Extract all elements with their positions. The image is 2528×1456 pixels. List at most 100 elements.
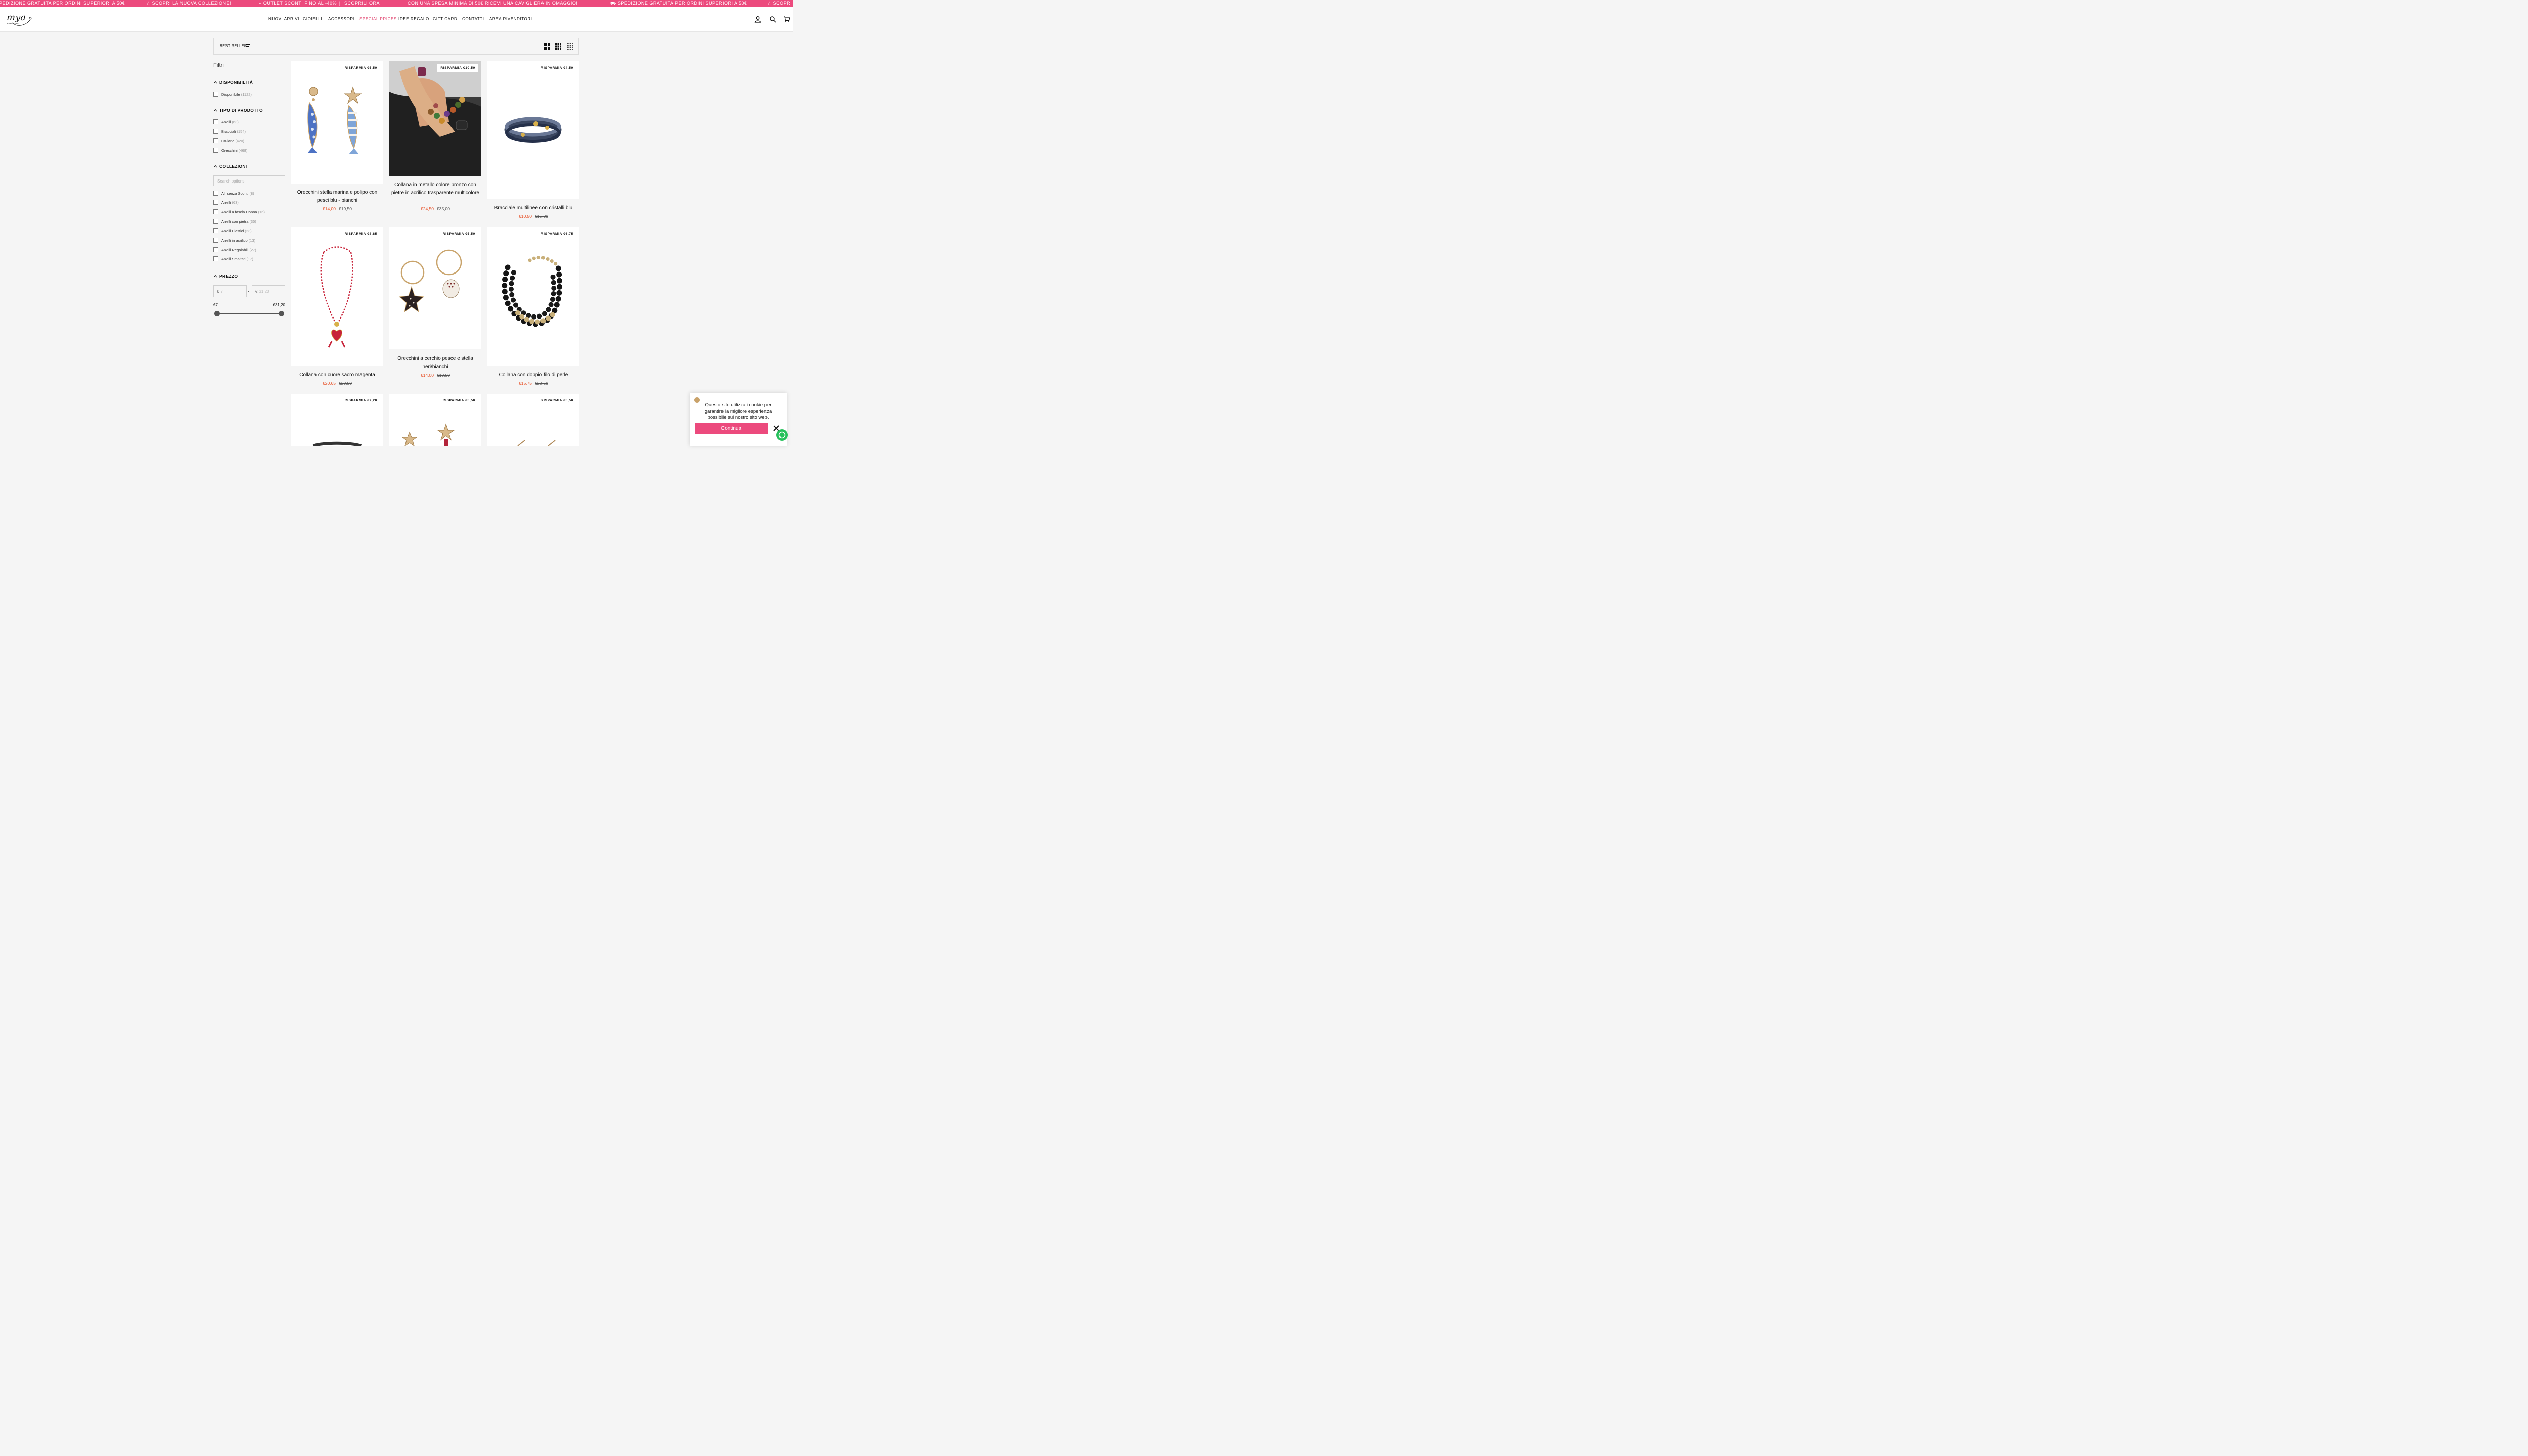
- product-card[interactable]: RISPARMIA €5,50: [389, 394, 481, 446]
- option-label: Anelli: [221, 120, 231, 124]
- announcement-link[interactable]: SCOPRILI ORA: [344, 1, 380, 6]
- original-price: €19,50: [339, 206, 352, 211]
- option-label: Anelli con pietra: [221, 219, 249, 224]
- checkbox[interactable]: [213, 209, 218, 214]
- grid-small-icon[interactable]: [567, 43, 573, 50]
- product-image[interactable]: RISPARMIA €5,50: [389, 394, 481, 446]
- original-price: €19,50: [437, 373, 450, 378]
- cart-icon[interactable]: [783, 16, 790, 23]
- product-name[interactable]: Collana in metallo colore bronzo con pie…: [389, 181, 481, 197]
- option-count: (154): [237, 129, 246, 134]
- option-label: Anelli Smaltati: [221, 257, 246, 261]
- search-icon[interactable]: [769, 16, 776, 23]
- product-card[interactable]: RISPARMIA €5,50 Orecchini stella marina …: [291, 61, 383, 213]
- filter-heading: PREZZO: [219, 274, 238, 279]
- option-count: (17): [246, 257, 253, 261]
- cookie-continue-button[interactable]: Continua: [695, 423, 768, 434]
- discount-badge: RISPARMIA €6,75: [537, 230, 576, 238]
- checkbox[interactable]: [213, 228, 218, 233]
- product-prices: €20,65 €29,50: [291, 381, 383, 386]
- product-image[interactable]: RISPARMIA €6,75: [487, 227, 579, 366]
- sale-price: €14,00: [323, 206, 336, 211]
- discount-badge: RISPARMIA €5,50: [341, 64, 380, 72]
- product-card[interactable]: RISPARMIA €6,75 Collana con doppio filo …: [487, 227, 579, 388]
- product-image[interactable]: RISPARMIA €5,50: [487, 394, 579, 446]
- product-card[interactable]: RISPARMIA €7,20: [291, 394, 383, 446]
- nav-gioielli[interactable]: GIOIELLI: [303, 17, 322, 22]
- checkbox[interactable]: [213, 148, 218, 153]
- filter-heading: TIPO DI PRODOTTO: [219, 108, 263, 113]
- product-name[interactable]: Orecchini a cerchio pesce e stella neri/…: [389, 355, 481, 371]
- nav-gift-card[interactable]: GIFT CARD: [433, 17, 457, 22]
- option-label: Anelli a fascia Donna: [221, 210, 257, 214]
- checkbox[interactable]: [213, 256, 218, 261]
- product-card[interactable]: RISPARMIA €8,85 Collana con cuore sacro …: [291, 227, 383, 388]
- product-prices: €24,50 €35,00: [389, 206, 481, 211]
- product-name[interactable]: Orecchini stella marina e polipo con pes…: [291, 189, 383, 204]
- filter-heading: DISPONIBILITÀ: [219, 80, 253, 85]
- original-price: €29,50: [339, 381, 352, 386]
- product-name[interactable]: Bracciale multilinee con cristalli blu: [487, 204, 579, 212]
- product-card[interactable]: RISPARMIA €5,50: [487, 394, 579, 446]
- grid-medium-icon[interactable]: [555, 43, 561, 50]
- cookie-banner: Questo sito utilizza i cookie per garant…: [690, 393, 787, 446]
- original-price: €35,00: [437, 206, 450, 211]
- product-name[interactable]: Collana con cuore sacro magenta: [291, 371, 383, 379]
- checkbox[interactable]: [213, 92, 218, 97]
- option-count: (16): [258, 210, 265, 214]
- option-label: Anelli Elastici: [221, 229, 244, 233]
- option-label: Disponibile: [221, 92, 240, 97]
- currency-symbol: €: [217, 289, 219, 294]
- option-label: All senza Sconti: [221, 191, 249, 196]
- account-icon[interactable]: [754, 16, 761, 23]
- product-card[interactable]: RISPARMIA €10,50 Collana in metallo colo…: [389, 61, 481, 213]
- nav-special-prices[interactable]: SPECIAL PRICES: [359, 17, 397, 22]
- product-image[interactable]: RISPARMIA €8,85: [291, 227, 383, 366]
- option-count: (8): [249, 191, 254, 196]
- checkbox[interactable]: [213, 247, 218, 252]
- checkbox[interactable]: [213, 191, 218, 196]
- product-card[interactable]: RISPARMIA €4,50 Bracciale multilinee con…: [487, 61, 579, 220]
- announcement-item[interactable]: ⌁ OUTLET SCONTI FINO AL -40%: [259, 1, 337, 6]
- whatsapp-button[interactable]: [776, 429, 788, 441]
- checkbox[interactable]: [213, 238, 218, 243]
- product-image[interactable]: RISPARMIA €4,50: [487, 61, 579, 199]
- product-prices: €15,75 €22,50: [487, 381, 579, 386]
- nav-accessori[interactable]: ACCESSORI: [328, 17, 355, 22]
- whatsapp-icon: [778, 431, 786, 439]
- option-count: (23): [245, 229, 252, 233]
- nav-idee-regalo[interactable]: IDEE REGALO: [398, 17, 429, 22]
- product-image[interactable]: RISPARMIA €7,20: [291, 394, 383, 446]
- price-max-placeholder: 31,20: [259, 289, 269, 294]
- product-image[interactable]: RISPARMIA €5,50: [389, 227, 481, 349]
- nav-nuovi-arrivi[interactable]: NUOVI ARRIVI: [268, 17, 299, 22]
- product-image[interactable]: RISPARMIA €5,50: [291, 61, 383, 184]
- price-slider-min-handle[interactable]: [214, 311, 220, 316]
- option-count: (27): [249, 248, 256, 252]
- price-slider-max-handle[interactable]: [279, 311, 284, 316]
- option-label: Collane: [221, 139, 235, 143]
- red-heart-necklace-image: [320, 246, 353, 348]
- price-min-label: €7: [213, 303, 218, 307]
- sort-button[interactable]: BEST SELLER: [214, 38, 256, 54]
- checkbox[interactable]: [213, 138, 218, 143]
- checkbox[interactable]: [213, 200, 218, 205]
- nav-contatti[interactable]: CONTATTI: [462, 17, 484, 22]
- price-min-input[interactable]: €7: [213, 285, 247, 297]
- checkbox[interactable]: [213, 129, 218, 134]
- product-card[interactable]: RISPARMIA €5,50 Orecchini a cerchio pesc…: [389, 227, 481, 388]
- collections-search-input[interactable]: Search options: [213, 175, 285, 186]
- filters-title: Filtri: [213, 62, 224, 68]
- checkbox[interactable]: [213, 119, 218, 124]
- chevron-up-icon: [213, 275, 217, 278]
- product-image[interactable]: RISPARMIA €10,50: [389, 61, 481, 176]
- price-max-input[interactable]: €31,20: [252, 285, 285, 297]
- grid-large-icon[interactable]: [544, 43, 550, 50]
- nav-area-rivenditori[interactable]: AREA RIVENDITORI: [489, 17, 532, 22]
- announcement-item[interactable]: ☆ SCOPRI LA NUOVA COLLEZIONE!: [146, 1, 231, 6]
- option-label: Bracciali: [221, 129, 236, 134]
- product-name[interactable]: Collana con doppio filo di perle: [487, 371, 579, 379]
- price-slider-track[interactable]: [216, 313, 282, 314]
- checkbox[interactable]: [213, 219, 218, 224]
- sale-price: €24,50: [421, 206, 434, 211]
